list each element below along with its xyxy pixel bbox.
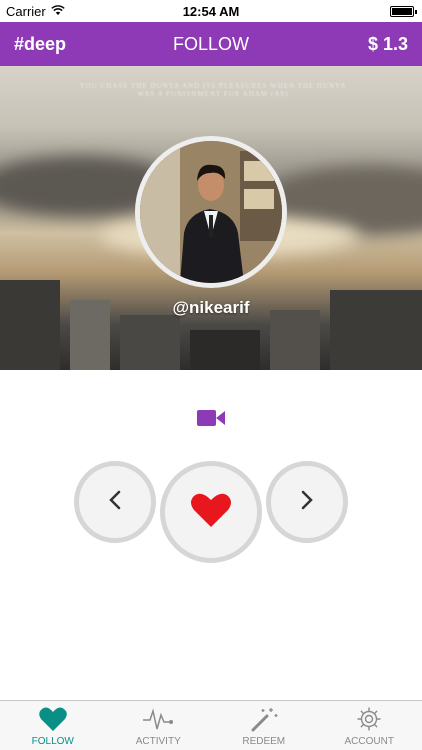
clock: 12:54 AM bbox=[182, 4, 240, 19]
cover-building bbox=[0, 280, 60, 370]
tab-redeem[interactable]: REDEEM bbox=[211, 701, 317, 750]
username[interactable]: @nikearif bbox=[0, 298, 422, 318]
tab-label: FOLLOW bbox=[31, 736, 74, 747]
page-title: FOLLOW bbox=[172, 34, 249, 54]
like-button[interactable] bbox=[160, 461, 262, 563]
tab-bar: FOLLOW ACTIVITY REDEEM ACCOUNT bbox=[0, 700, 422, 750]
tab-label: ACCOUNT bbox=[344, 736, 394, 747]
chevron-right-icon bbox=[300, 489, 314, 516]
tab-label: ACTIVITY bbox=[135, 736, 181, 747]
nav-bar: #deep FOLLOW $ 1.3 bbox=[0, 22, 422, 66]
previous-button[interactable] bbox=[74, 461, 156, 543]
heart-icon bbox=[38, 707, 67, 731]
tab-follow[interactable]: FOLLOW bbox=[0, 701, 106, 750]
tab-activity[interactable]: ACTIVITY bbox=[106, 701, 212, 750]
balance-button[interactable]: $ 1.3 bbox=[368, 34, 408, 55]
video-camera-icon[interactable] bbox=[197, 408, 225, 428]
tab-account[interactable]: ACCOUNT bbox=[317, 701, 422, 750]
pulse-icon bbox=[143, 708, 174, 730]
chevron-left-icon bbox=[108, 489, 122, 516]
avatar[interactable] bbox=[135, 136, 287, 288]
gear-icon bbox=[357, 707, 381, 731]
cover-quote: YOU CHASE THE DUNYA AND ITS PLEASURES WH… bbox=[79, 82, 347, 98]
next-button[interactable] bbox=[266, 461, 348, 543]
battery-icon bbox=[390, 6, 417, 17]
tab-label: REDEEM bbox=[242, 736, 286, 747]
heart-icon bbox=[191, 492, 231, 533]
status-bar: Carrier 12:54 AM bbox=[0, 0, 422, 22]
cover-building bbox=[190, 330, 260, 370]
cover-building bbox=[120, 315, 180, 370]
profile-cover: YOU CHASE THE DUNYA AND ITS PLEASURES WH… bbox=[0, 66, 422, 370]
cover-building bbox=[270, 310, 320, 370]
magic-wand-icon bbox=[251, 708, 278, 732]
